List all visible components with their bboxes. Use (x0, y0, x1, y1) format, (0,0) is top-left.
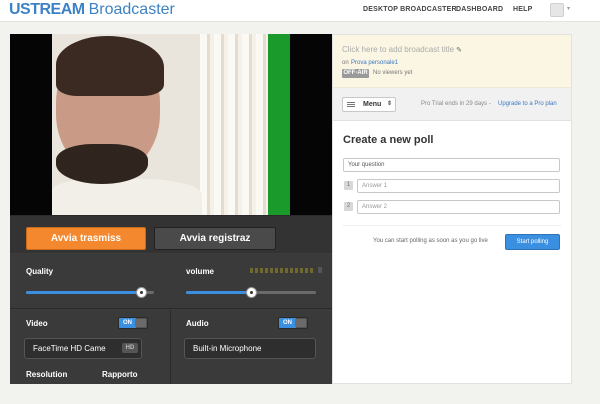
broadcaster-panel: Avvia trasmiss Avvia registraz Quality v… (10, 34, 332, 384)
audio-level-meter (250, 268, 314, 273)
audio-level-end (318, 267, 322, 273)
nav-desktop-broadcaster[interactable]: DESKTOP BROADCASTER (363, 6, 457, 13)
logo-product: Broadcaster (88, 1, 175, 18)
logo[interactable]: USTREAM Broadcaster (9, 1, 175, 19)
video-label: Video (26, 319, 48, 328)
hd-badge: HD (122, 343, 138, 353)
microphone-select[interactable]: Built-in Microphone (184, 338, 316, 359)
menu-label: Menu (363, 101, 382, 108)
poll-title: Create a new poll (343, 134, 434, 146)
answer-number-1: 1 (344, 181, 353, 190)
poll-divider (343, 225, 561, 226)
audio-toggle-state: ON (279, 318, 296, 328)
logo-brand: USTREAM (9, 1, 85, 18)
quality-slider[interactable] (26, 287, 154, 298)
menu-icon (347, 102, 355, 107)
trial-notice: Pro Trial ends in 29 days - (421, 101, 491, 107)
menu-bar: Menu ⇕ Pro Trial ends in 29 days - Upgra… (333, 88, 571, 121)
answer-number-2: 2 (344, 202, 353, 211)
quality-volume-section: Quality volume (10, 254, 332, 309)
quality-label: Quality (26, 267, 54, 276)
camera-select-value: FaceTime HD Came (33, 344, 106, 353)
start-broadcast-button[interactable]: Avvia trasmiss (26, 227, 146, 250)
audio-toggle-knob (295, 319, 306, 327)
status-badge: OFF-AIR (342, 69, 369, 78)
audio-toggle[interactable]: ON (278, 317, 308, 329)
chevron-down-icon[interactable]: ▾ (567, 5, 570, 12)
volume-slider-handle[interactable] (246, 287, 257, 298)
camera-frame (52, 34, 290, 215)
channel-prefix: on (342, 60, 349, 66)
poll-answer-2-input[interactable]: Answer 2 (357, 200, 560, 214)
avatar[interactable] (550, 3, 564, 17)
microphone-select-value: Built-in Microphone (193, 344, 262, 353)
channel-link[interactable]: Prova personale1 (351, 60, 398, 66)
top-bar: USTREAM Broadcaster DESKTOP BROADCASTER D… (0, 0, 600, 22)
quality-slider-handle[interactable] (136, 287, 148, 298)
volume-slider[interactable] (186, 287, 316, 298)
video-audio-section: Video ON FaceTime HD Came HD Resolution … (10, 310, 332, 384)
settings-divider (170, 310, 171, 384)
video-toggle-knob (135, 319, 146, 327)
broadcast-title-placeholder: Click here to add broadcast title (342, 45, 455, 54)
start-recording-button[interactable]: Avvia registraz (154, 227, 276, 250)
audio-label: Audio (186, 319, 209, 328)
poll-question-input[interactable]: Your question (343, 158, 560, 172)
menu-button[interactable]: Menu ⇕ (342, 97, 396, 112)
video-toggle[interactable]: ON (118, 317, 148, 329)
poll-answer-1-input[interactable]: Answer 1 (357, 179, 560, 193)
person-shirt (52, 179, 202, 215)
upgrade-link[interactable]: Upgrade to a Pro plan (498, 101, 557, 107)
broadcast-controls: Avvia trasmiss Avvia registraz (10, 215, 332, 253)
resolution-label: Resolution (26, 370, 68, 379)
person-beard (56, 144, 148, 184)
green-strip (268, 34, 290, 215)
nav-dashboard[interactable]: DASHBOARD (456, 6, 503, 13)
camera-preview (10, 34, 332, 215)
volume-label: volume (186, 267, 215, 276)
pencil-icon[interactable]: ✎ (456, 47, 462, 54)
ratio-label: Rapporto (102, 370, 138, 379)
poll-hint: You can start polling as soon as you go … (373, 238, 488, 244)
viewer-count: No viewers yet (373, 70, 413, 76)
video-toggle-state: ON (119, 318, 136, 328)
person-hair (56, 36, 164, 96)
quality-slider-fill (26, 291, 142, 294)
volume-slider-fill (186, 291, 251, 294)
broadcast-info: Click here to add broadcast title ✎ on Pr… (333, 35, 571, 88)
nav-help[interactable]: HELP (513, 6, 532, 13)
broadcast-info-panel: Click here to add broadcast title ✎ on Pr… (332, 34, 572, 384)
start-polling-button[interactable]: Start polling (505, 234, 560, 250)
camera-select[interactable]: FaceTime HD Came HD (24, 338, 142, 359)
chevron-updown-icon: ⇕ (387, 101, 393, 107)
broadcast-title-editor[interactable]: Click here to add broadcast title ✎ (342, 45, 462, 54)
